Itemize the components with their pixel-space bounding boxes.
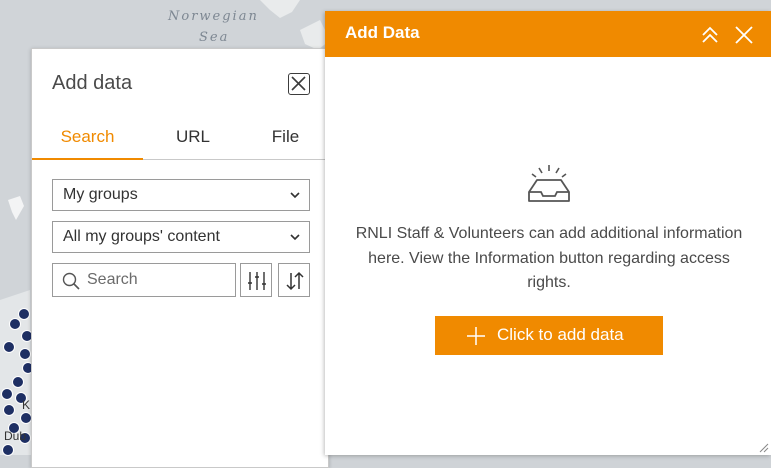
info-message: RNLI Staff & Volunteers can add addition… bbox=[355, 225, 743, 291]
chevron-down-icon bbox=[290, 192, 300, 199]
content-select[interactable]: All my groups' content bbox=[52, 221, 310, 253]
filter-sliders-icon bbox=[248, 272, 266, 290]
panel-close-button[interactable] bbox=[288, 73, 310, 95]
content-select-value: All my groups' content bbox=[63, 228, 220, 245]
station-marker[interactable] bbox=[19, 348, 31, 360]
station-marker[interactable] bbox=[9, 318, 21, 330]
tab-search[interactable]: Search bbox=[32, 127, 143, 160]
tab-bar: Search URL File bbox=[32, 123, 328, 160]
station-marker[interactable] bbox=[1, 388, 13, 400]
station-marker[interactable] bbox=[18, 308, 30, 320]
add-data-button-label: Click to add data bbox=[497, 325, 624, 344]
panel-title: Add data bbox=[52, 72, 133, 94]
plus-icon bbox=[467, 327, 485, 345]
sort-button[interactable] bbox=[278, 263, 310, 297]
inbox-icon bbox=[528, 165, 570, 202]
add-data-panel: Add data Search URL File My groups All m… bbox=[31, 48, 329, 468]
search-box bbox=[52, 263, 236, 297]
filter-button[interactable] bbox=[240, 263, 272, 297]
widget-title: Add Data bbox=[345, 23, 420, 42]
tab-url[interactable]: URL bbox=[143, 127, 243, 158]
tab-file[interactable]: File bbox=[243, 127, 328, 158]
close-icon bbox=[291, 76, 306, 91]
add-data-widget: Add Data RNLI Staff & Volunteers can add… bbox=[325, 11, 771, 455]
station-marker[interactable] bbox=[2, 444, 14, 456]
map-sea-label: Norwegian bbox=[168, 9, 259, 24]
search-icon bbox=[62, 272, 80, 290]
close-icon[interactable] bbox=[733, 24, 755, 46]
add-data-button[interactable]: Click to add data bbox=[435, 316, 663, 355]
group-select[interactable]: My groups bbox=[52, 179, 310, 211]
search-input[interactable] bbox=[87, 265, 227, 295]
resize-handle-icon[interactable] bbox=[759, 443, 769, 453]
station-marker[interactable] bbox=[3, 404, 15, 416]
station-marker[interactable] bbox=[3, 341, 15, 353]
map-place-label: Dub bbox=[4, 429, 27, 443]
double-chevron-up-icon[interactable] bbox=[699, 24, 721, 46]
sort-icon bbox=[286, 271, 304, 291]
widget-header: Add Data bbox=[325, 11, 771, 57]
map-place-label: K bbox=[22, 398, 31, 412]
map-sea-label-2: Sea bbox=[199, 30, 230, 45]
chevron-down-icon bbox=[290, 234, 300, 241]
station-marker[interactable] bbox=[12, 376, 24, 388]
group-select-value: My groups bbox=[63, 186, 138, 203]
